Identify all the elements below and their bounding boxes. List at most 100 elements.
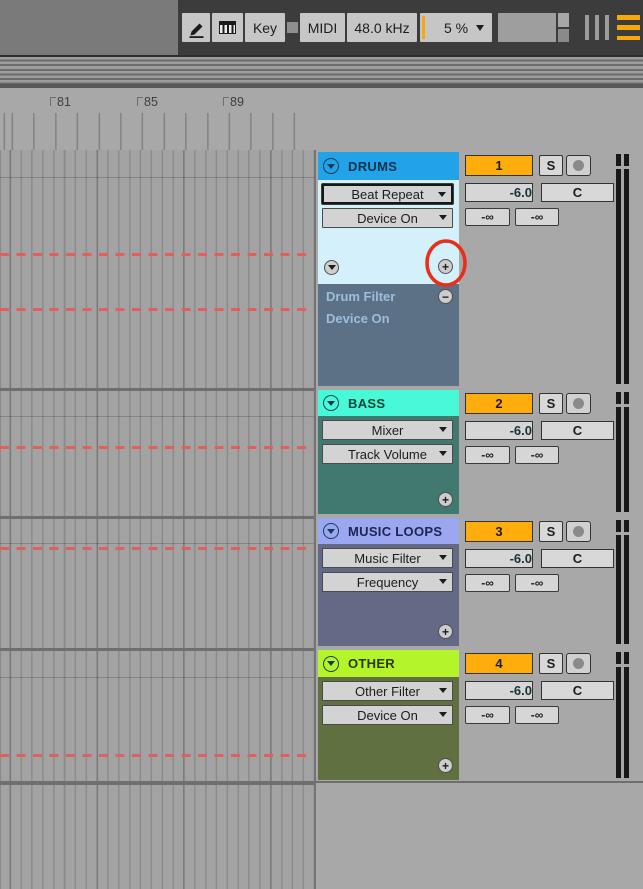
automation-line-bass[interactable] bbox=[0, 446, 314, 449]
solo-button[interactable]: S bbox=[539, 393, 563, 414]
device-chooser-value: Beat Repeat bbox=[351, 187, 423, 202]
pan-field[interactable]: C bbox=[541, 549, 614, 568]
arm-button[interactable] bbox=[566, 155, 591, 176]
mixer-section-bass: 2 S -6.0 C -∞ -∞ bbox=[463, 390, 643, 514]
send-b-field[interactable]: -∞ bbox=[515, 446, 559, 464]
solo-button[interactable]: S bbox=[539, 653, 563, 674]
sample-rate-display[interactable]: 48.0 kHz bbox=[347, 13, 417, 42]
level-meter bbox=[616, 520, 629, 644]
volume-field[interactable]: -6.0 bbox=[465, 421, 533, 440]
track-activator[interactable]: 2 bbox=[465, 393, 533, 414]
midi-map-mode-button[interactable]: MIDI bbox=[300, 13, 345, 42]
chevron-down-icon bbox=[439, 712, 447, 717]
mixer-section-drums: 1 S -6.0 C -∞ -∞ bbox=[463, 152, 643, 386]
computer-midi-keyboard-button[interactable] bbox=[212, 13, 243, 42]
volume-field[interactable]: -6.0 bbox=[465, 681, 533, 700]
send-b-field[interactable]: -∞ bbox=[515, 706, 559, 724]
track-activator[interactable]: 1 bbox=[465, 155, 533, 176]
automation-lane-list-drums: Drum Filter Device On − bbox=[318, 284, 459, 386]
automation-lane-item[interactable]: Drum Filter bbox=[326, 289, 395, 304]
arrangement-grid[interactable] bbox=[0, 150, 316, 889]
hide-automation-lanes-button[interactable] bbox=[324, 260, 339, 275]
automation-line-other[interactable] bbox=[0, 754, 314, 757]
parameter-chooser[interactable]: Frequency bbox=[322, 572, 453, 592]
track-divider bbox=[0, 388, 314, 391]
chevron-down-icon bbox=[439, 215, 447, 220]
midi-indicator-box bbox=[498, 13, 556, 42]
send-b-field[interactable]: -∞ bbox=[515, 208, 559, 226]
pan-field[interactable]: C bbox=[541, 183, 614, 202]
bottom-track-divider bbox=[0, 781, 643, 783]
parameter-chooser-value: Track Volume bbox=[348, 447, 427, 462]
arm-button[interactable] bbox=[566, 393, 591, 414]
lane-hairline bbox=[0, 177, 314, 178]
track-name: OTHER bbox=[348, 656, 395, 671]
device-chooser-value: Mixer bbox=[372, 423, 404, 438]
mixer-panels-icon[interactable] bbox=[585, 15, 612, 40]
chevron-down-icon bbox=[476, 25, 484, 31]
fold-track-icon[interactable] bbox=[323, 158, 339, 174]
hamburger-menu-icon[interactable] bbox=[617, 15, 640, 40]
pencil-icon bbox=[187, 18, 205, 38]
lane-hairline bbox=[0, 543, 314, 544]
send-a-field[interactable]: -∞ bbox=[465, 574, 510, 592]
track-activator[interactable]: 3 bbox=[465, 521, 533, 542]
beat-time-ruler[interactable] bbox=[2, 113, 314, 150]
pan-field[interactable]: C bbox=[541, 681, 614, 700]
track-activator[interactable]: 4 bbox=[465, 653, 533, 674]
add-automation-lane-button[interactable]: + bbox=[438, 758, 453, 773]
add-automation-lane-button[interactable]: + bbox=[438, 624, 453, 639]
solo-button[interactable]: S bbox=[539, 155, 563, 176]
track-title-bar[interactable]: BASS bbox=[318, 390, 459, 416]
remove-automation-lane-button[interactable]: − bbox=[438, 289, 453, 304]
track-title-bar[interactable]: OTHER bbox=[318, 650, 459, 677]
ruler-mark: 85 bbox=[144, 95, 158, 109]
send-a-field[interactable]: -∞ bbox=[465, 706, 510, 724]
automation-line-drum-filter[interactable] bbox=[0, 308, 314, 311]
parameter-chooser[interactable]: Track Volume bbox=[322, 444, 453, 464]
midi-in-out-indicator bbox=[558, 13, 569, 42]
send-a-field[interactable]: -∞ bbox=[465, 446, 510, 464]
pan-field[interactable]: C bbox=[541, 421, 614, 440]
parameter-chooser[interactable]: Device On bbox=[322, 705, 453, 725]
track-title-bar[interactable]: MUSIC LOOPS bbox=[318, 518, 459, 544]
record-icon bbox=[573, 526, 584, 537]
solo-button[interactable]: S bbox=[539, 521, 563, 542]
automation-lane-item[interactable]: Device On bbox=[326, 311, 390, 326]
track-divider bbox=[0, 516, 314, 519]
add-automation-lane-button[interactable]: + bbox=[438, 259, 453, 274]
cpu-load-meter[interactable]: 5 % bbox=[420, 13, 492, 42]
cpu-meter-bar bbox=[422, 16, 425, 39]
draw-mode-button[interactable] bbox=[182, 13, 210, 42]
device-chooser[interactable]: Music Filter bbox=[322, 548, 453, 568]
key-map-mode-button[interactable]: Key bbox=[245, 13, 285, 42]
track-header-bass: BASS Mixer Track Volume + bbox=[318, 390, 459, 514]
fold-track-icon[interactable] bbox=[323, 395, 339, 411]
track-divider bbox=[0, 648, 314, 651]
device-chooser[interactable]: Mixer bbox=[322, 420, 453, 440]
ruler-row: 81 85 89 Set ← → bbox=[0, 88, 643, 150]
track-title-bar[interactable]: DRUMS bbox=[318, 152, 459, 180]
send-a-field[interactable]: -∞ bbox=[465, 208, 510, 226]
arm-button[interactable] bbox=[566, 653, 591, 674]
fold-track-icon[interactable] bbox=[323, 656, 339, 672]
record-icon bbox=[573, 160, 584, 171]
chevron-down-icon bbox=[439, 555, 447, 560]
volume-field[interactable]: -6.0 bbox=[465, 183, 533, 202]
parameter-chooser[interactable]: Device On bbox=[322, 208, 453, 228]
keyboard-icon bbox=[219, 21, 236, 34]
add-automation-lane-button[interactable]: + bbox=[438, 492, 453, 507]
record-icon bbox=[573, 658, 584, 669]
send-b-field[interactable]: -∞ bbox=[515, 574, 559, 592]
automation-line-drums[interactable] bbox=[0, 253, 314, 256]
track-header-music-loops: MUSIC LOOPS Music Filter Frequency + bbox=[318, 518, 459, 646]
automation-line-music-loops[interactable] bbox=[0, 547, 314, 550]
track-header-other: OTHER Other Filter Device On + bbox=[318, 650, 459, 780]
arrangement-overview[interactable] bbox=[0, 57, 643, 84]
volume-field[interactable]: -6.0 bbox=[465, 549, 533, 568]
device-chooser[interactable]: Beat Repeat bbox=[322, 184, 453, 204]
device-chooser[interactable]: Other Filter bbox=[322, 681, 453, 701]
fold-track-icon[interactable] bbox=[323, 523, 339, 539]
device-chooser-value: Music Filter bbox=[354, 551, 420, 566]
arm-button[interactable] bbox=[566, 521, 591, 542]
